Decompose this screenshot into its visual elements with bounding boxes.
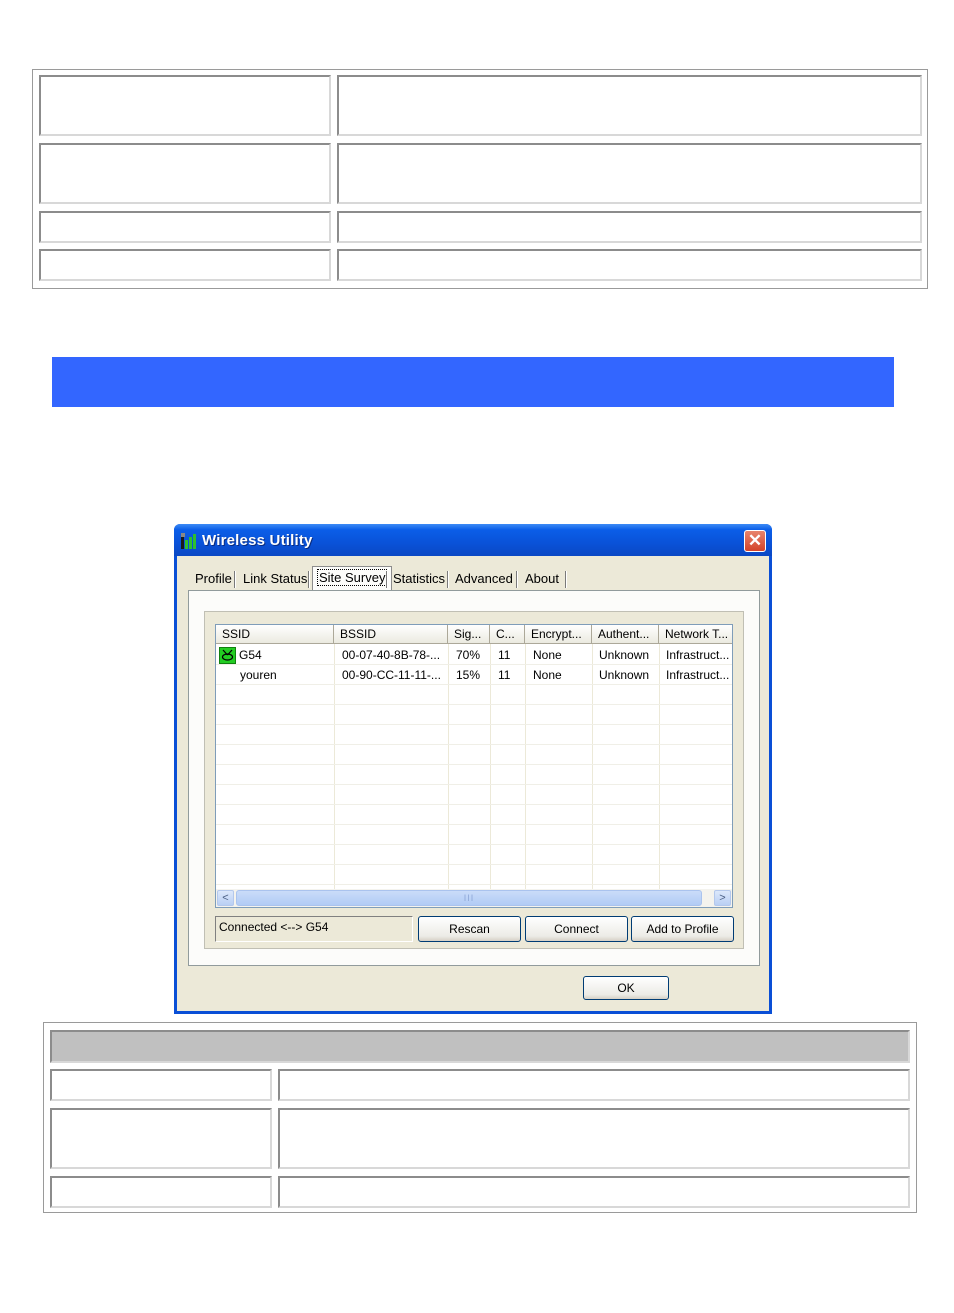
site-survey-group: SSID BSSID Sig... C... Encrypt... Authen… (204, 611, 744, 949)
ok-button[interactable]: OK (583, 976, 669, 1000)
site-survey-panel: SSID BSSID Sig... C... Encrypt... Authen… (188, 590, 760, 966)
tab-separator (234, 571, 236, 588)
cell-bssid: 00-90-CC-11-11-... (342, 668, 441, 682)
column-header-signal[interactable]: Sig... (448, 625, 490, 644)
signal-bars-icon (181, 533, 196, 549)
table-cell (337, 249, 922, 281)
scroll-thumb[interactable]: III (236, 890, 702, 906)
tab-separator (386, 571, 388, 588)
grid-line (216, 764, 732, 765)
add-to-profile-button[interactable]: Add to Profile (631, 916, 734, 942)
table-cell (50, 1069, 272, 1101)
table-cell (39, 143, 331, 204)
grid-line (216, 704, 732, 705)
tab-about[interactable]: About (521, 568, 563, 590)
table-row[interactable]: youren 00-90-CC-11-11-... 15% 11 None Un… (216, 665, 732, 685)
tab-separator (565, 571, 567, 588)
cell-signal: 70% (456, 648, 481, 662)
close-button[interactable]: ✕ (744, 530, 766, 552)
window-title: Wireless Utility (202, 532, 313, 549)
cell-authentication: Unknown (599, 668, 650, 682)
table-cell (50, 1176, 272, 1208)
table-cell (50, 1108, 272, 1169)
tab-separator (447, 571, 449, 588)
grid-line (216, 784, 732, 785)
table-cell (39, 211, 331, 243)
horizontal-scrollbar[interactable]: < III > (216, 889, 732, 907)
network-list[interactable]: SSID BSSID Sig... C... Encrypt... Authen… (215, 624, 733, 908)
wireless-utility-window: Wireless Utility ✕ Profile Link Status S… (174, 524, 772, 1014)
grid-line (216, 864, 732, 865)
tab-separator (516, 571, 518, 588)
tab-profile[interactable]: Profile (191, 568, 236, 590)
cell-bssid: 00-07-40-8B-78-... (342, 648, 441, 662)
connection-status: Connected <--> G54 (215, 916, 413, 942)
tab-advanced[interactable]: Advanced (451, 568, 517, 590)
table-header-cell (50, 1030, 910, 1063)
table-cell (337, 75, 922, 136)
tab-statistics[interactable]: Statistics (389, 568, 449, 590)
grid-line (216, 744, 732, 745)
cell-signal: 15% (456, 668, 481, 682)
scroll-left-button[interactable]: < (217, 890, 234, 906)
cell-network-type: Infrastruct... (666, 648, 730, 662)
tab-site-survey-label: Site Survey (317, 569, 388, 586)
scroll-right-button[interactable]: > (714, 890, 731, 906)
grid-line (216, 844, 732, 845)
title-bar[interactable]: Wireless Utility ✕ (174, 524, 772, 556)
cell-network-type: Infrastruct... (666, 668, 730, 682)
grid-line (216, 884, 732, 885)
column-header-ssid[interactable]: SSID (216, 625, 334, 644)
cell-ssid: G54 (239, 648, 262, 662)
cell-ssid: youren (240, 668, 277, 682)
column-header-authentication[interactable]: Authent... (592, 625, 659, 644)
table-cell (337, 211, 922, 243)
section-banner (52, 357, 894, 407)
cell-encryption: None (533, 648, 562, 662)
cell-channel: 11 (498, 668, 511, 682)
table-cell (278, 1069, 910, 1101)
table-cell (278, 1176, 910, 1208)
column-header-bssid[interactable]: BSSID (334, 625, 448, 644)
cell-encryption: None (533, 668, 562, 682)
table-cell (39, 75, 331, 136)
bottom-info-table (43, 1022, 917, 1213)
grid-line (216, 824, 732, 825)
tab-link-status[interactable]: Link Status (239, 568, 311, 590)
top-info-table (32, 69, 928, 289)
table-cell (278, 1108, 910, 1169)
table-row[interactable]: G54 00-07-40-8B-78-... 70% 11 None Unkno… (216, 645, 732, 665)
cell-channel: 11 (498, 648, 511, 662)
table-cell (337, 143, 922, 204)
tab-site-survey[interactable]: Site Survey (312, 566, 393, 590)
rescan-button[interactable]: Rescan (418, 916, 521, 942)
column-header-network-type[interactable]: Network T... (659, 625, 732, 644)
grid-line (216, 724, 732, 725)
cell-authentication: Unknown (599, 648, 650, 662)
tab-separator (308, 571, 310, 588)
table-cell (39, 249, 331, 281)
list-header: SSID BSSID Sig... C... Encrypt... Authen… (216, 625, 732, 644)
column-header-encryption[interactable]: Encrypt... (525, 625, 592, 644)
connect-button[interactable]: Connect (525, 916, 628, 942)
column-header-channel[interactable]: C... (490, 625, 525, 644)
grid-line (216, 804, 732, 805)
dialog-body: Profile Link Status Site Survey Statisti… (177, 556, 769, 1011)
